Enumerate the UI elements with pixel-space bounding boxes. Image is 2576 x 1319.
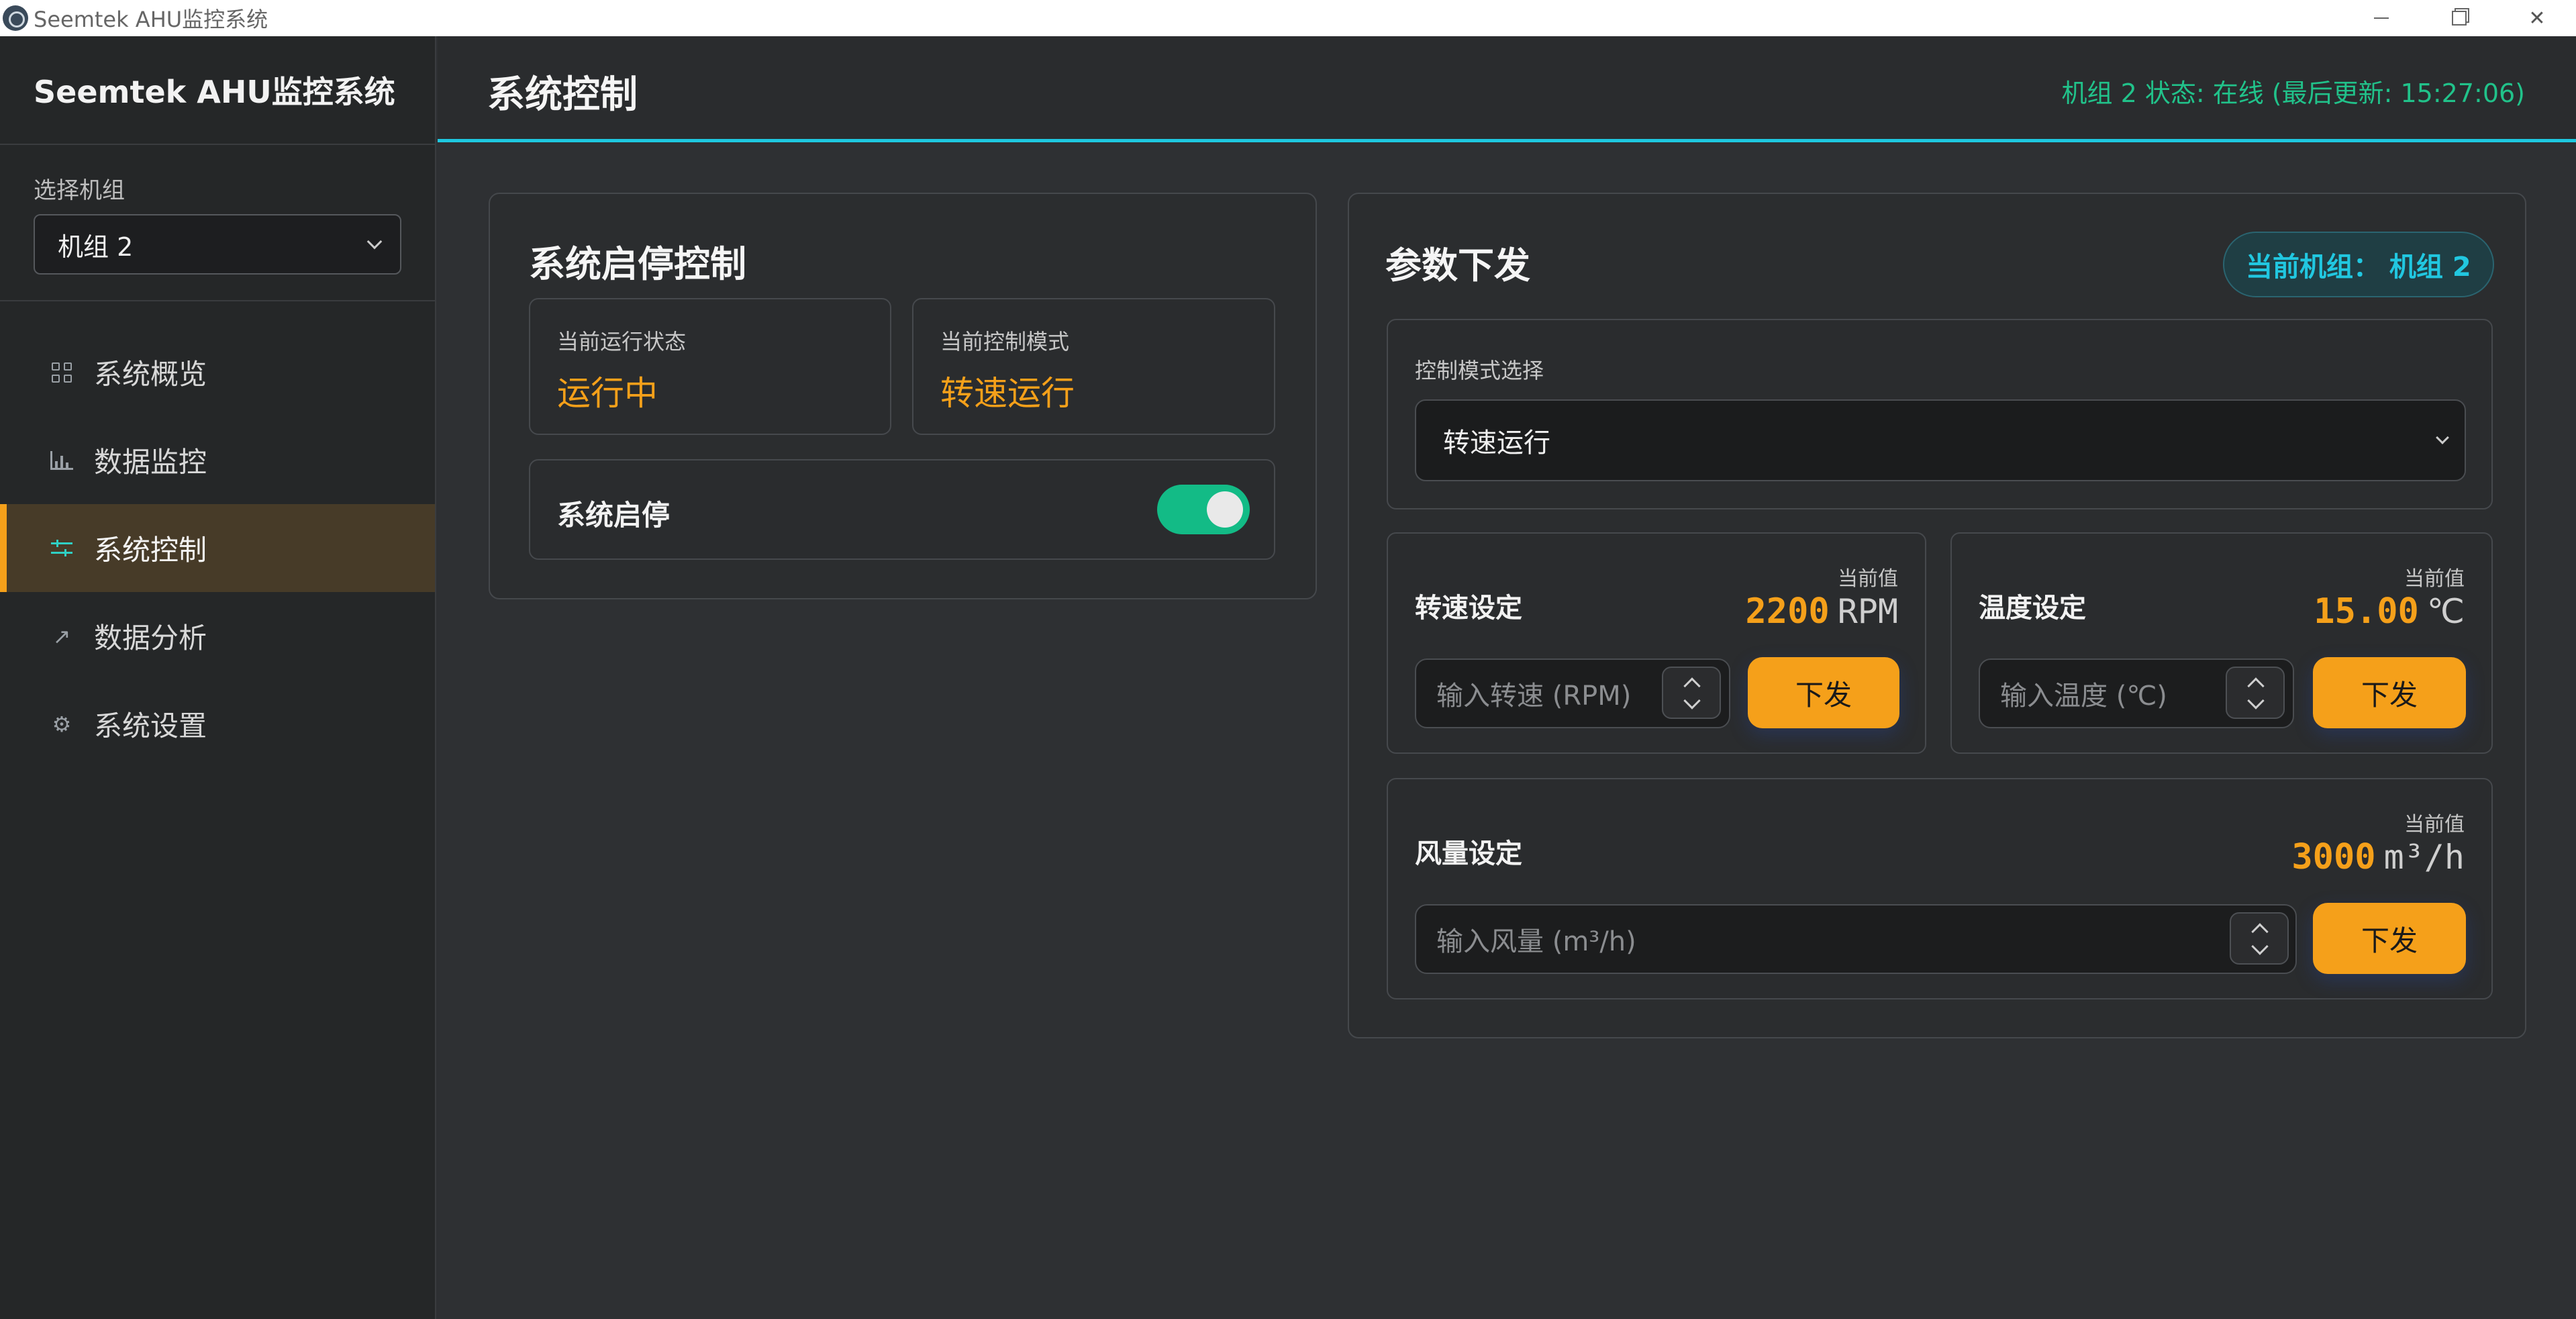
unit-select-value: 机组 2 [58,232,134,262]
speed-stepper[interactable] [1662,667,1721,719]
app-logo-icon [3,5,28,31]
temp-send-button[interactable]: 下发 [2313,657,2466,728]
sidebar-item-analysis[interactable]: ↗ 数据分析 [0,592,435,680]
window-title: Seemtek AHU监控系统 [34,7,268,32]
speed-current-label: 当前值 [1838,567,1898,591]
start-stop-row: 系统启停 [529,459,1275,560]
temp-setting-panel: 温度设定 当前值 15.00 ℃ 输入温度 (℃) 下发 [1950,532,2493,754]
params-title: 参数下发 [1385,244,1530,287]
sidebar: Seemtek AHU监控系统 选择机组 机组 2 系统概览 数据监控 系统控制… [0,36,436,1319]
window-controls: ✕ [2342,0,2576,36]
close-icon[interactable]: ✕ [2498,0,2576,36]
speed-unit: RPM [1837,592,1898,631]
speed-input-placeholder: 输入转速 (RPM) [1436,681,1632,712]
grid-icon [50,360,74,385]
start-stop-label: 系统启停 [557,499,671,532]
sidebar-nav: 系统概览 数据监控 系统控制 ↗ 数据分析 ⚙ 系统设置 [0,301,435,768]
chevron-down-icon [2251,938,2269,955]
airflow-setting-panel: 风量设定 当前值 3000 m³/h 输入风量 (m³/h) 下发 [1387,778,2493,999]
temp-stepper[interactable] [2226,667,2285,719]
unit-select[interactable]: 机组 2 [34,214,401,275]
unit-status-text: 机组 2 状态: 在线 (最后更新: 15:27:06) [2061,79,2526,108]
sidebar-item-control[interactable]: 系统控制 [0,504,435,592]
unit-select-label: 选择机组 [34,177,125,204]
sidebar-item-label: 系统控制 [94,534,207,567]
speed-setting-panel: 转速设定 当前值 2200 RPM 输入转速 (RPM) 下发 [1387,532,1926,754]
control-mode-label: 当前控制模式 [940,329,1070,354]
sliders-icon [50,536,74,560]
temp-current-label: 当前值 [2404,567,2465,591]
bar-chart-icon [50,448,74,473]
airflow-current-value: 3000 m³/h [2291,837,2465,877]
temp-unit: ℃ [2426,592,2465,631]
control-mode-value: 转速运行 [940,374,1075,413]
mode-select-panel: 控制模式选择 转速运行 [1387,319,2493,509]
temp-current-value: 15.00 ℃ [2314,591,2465,632]
sidebar-item-label: 数据监控 [94,446,207,479]
start-stop-card: 系统启停控制 当前运行状态 运行中 当前控制模式 转速运行 系统启停 [489,193,1317,599]
minimize-icon[interactable] [2342,0,2420,36]
mode-select-label: 控制模式选择 [1415,358,1544,383]
sidebar-item-label: 系统设置 [94,710,207,742]
trend-icon: ↗ [52,623,71,649]
airflow-current-label: 当前值 [2404,813,2465,836]
temp-input-placeholder: 输入温度 (℃) [2000,681,2167,712]
sidebar-item-label: 系统概览 [94,358,207,391]
sidebar-item-label: 数据分析 [94,622,207,654]
temp-value: 15.00 [2314,591,2419,632]
run-status-value: 运行中 [557,374,658,413]
restore-icon[interactable] [2420,0,2498,36]
airflow-input-placeholder: 输入风量 (m³/h) [1436,926,1636,957]
airflow-value: 3000 [2291,837,2376,877]
page-title: 系统控制 [487,73,638,117]
run-status-panel: 当前运行状态 运行中 [529,298,891,435]
params-card: 参数下发 当前机组： 机组 2 控制模式选择 转速运行 转速设定 当前值 220… [1348,193,2526,1038]
unit-selector: 选择机组 机组 2 [0,145,435,301]
sidebar-item-monitoring[interactable]: 数据监控 [0,416,435,504]
speed-send-button[interactable]: 下发 [1748,657,1899,728]
temp-setting-title: 温度设定 [1979,593,2086,624]
chevron-down-icon [2436,431,2449,444]
sidebar-item-settings[interactable]: ⚙ 系统设置 [0,680,435,768]
airflow-stepper[interactable] [2230,912,2289,965]
airflow-send-button[interactable]: 下发 [2313,903,2466,974]
chevron-down-icon [366,234,383,250]
run-status-label: 当前运行状态 [557,329,687,354]
start-stop-title: 系统启停控制 [529,243,746,285]
speed-value: 2200 [1745,591,1830,632]
chevron-down-icon [2247,692,2265,710]
window-titlebar: Seemtek AHU监控系统 ✕ [0,0,2576,36]
speed-current-value: 2200 RPM [1745,591,1898,632]
control-mode-panel: 当前控制模式 转速运行 [912,298,1275,435]
current-unit-badge: 当前机组： 机组 2 [2223,232,2494,297]
start-stop-toggle[interactable] [1157,485,1250,534]
gear-icon: ⚙ [52,711,72,737]
mode-select-value: 转速运行 [1443,428,1550,458]
airflow-unit: m³/h [2383,838,2465,877]
airflow-input[interactable]: 输入风量 (m³/h) [1415,904,2297,974]
mode-select[interactable]: 转速运行 [1415,399,2466,481]
chevron-down-icon [1683,692,1701,710]
sidebar-item-overview[interactable]: 系统概览 [0,328,435,416]
airflow-setting-title: 风量设定 [1415,838,1522,869]
speed-setting-title: 转速设定 [1415,593,1522,624]
main-header: 系统控制 机组 2 状态: 在线 (最后更新: 15:27:06) [438,36,2576,142]
brand-title: Seemtek AHU监控系统 [0,36,435,145]
